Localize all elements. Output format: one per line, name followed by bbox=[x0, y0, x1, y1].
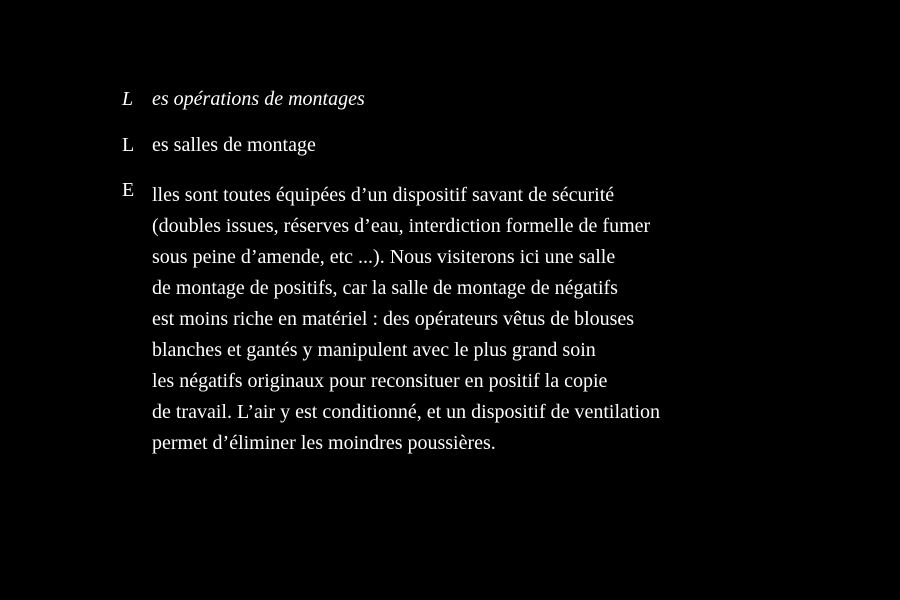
paragraph-line: est moins riche en matériel : des opérat… bbox=[152, 308, 635, 330]
heading-text: es opérations de montages bbox=[152, 88, 365, 110]
document-page: L es opérations de montages L es salles … bbox=[0, 0, 900, 600]
paragraph-line: lles sont toutes équipées d’un dispositi… bbox=[152, 184, 615, 206]
subheading-initial: L bbox=[122, 134, 135, 156]
paragraph-line: blanches et gantés y manipulent avec le … bbox=[152, 339, 596, 361]
paragraph-line: de travail. L’air y est conditionné, et … bbox=[152, 401, 661, 423]
paragraph-line: permet d’éliminer les moindres poussière… bbox=[152, 432, 496, 454]
paragraph-line: les négatifs originaux pour reconsituer … bbox=[152, 370, 608, 392]
paragraph-lines: lles sont toutes équipées d’un dispositi… bbox=[152, 180, 660, 459]
heading-initial: L bbox=[122, 88, 134, 110]
paragraph-initial: E bbox=[122, 179, 135, 201]
subheading-text: es salles de montage bbox=[152, 134, 316, 156]
paragraph-line: (doubles issues, réserves d’eau, interdi… bbox=[152, 215, 651, 237]
paragraph-line: de montage de positifs, car la salle de … bbox=[152, 277, 618, 299]
paragraph-line: sous peine d’amende, etc ...). Nous visi… bbox=[152, 246, 616, 268]
